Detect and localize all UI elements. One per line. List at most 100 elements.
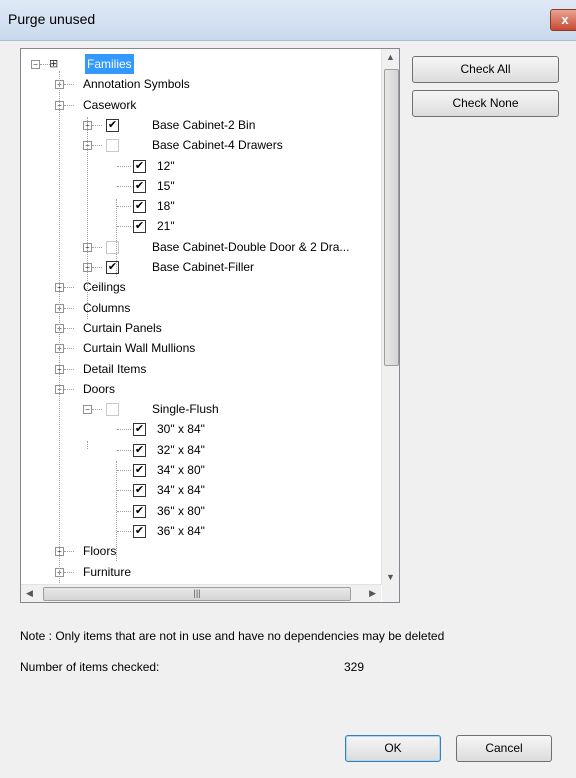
tree-item-label: Base Cabinet-4 Drawers [152, 138, 283, 153]
tree-row[interactable]: + Curtain Wall Mullions [21, 338, 381, 358]
tree-row[interactable]: ✔ 21" [21, 216, 381, 236]
tree-connector [92, 124, 102, 126]
ok-button[interactable]: OK [345, 735, 441, 762]
item-checkbox[interactable] [106, 139, 119, 153]
tree-row[interactable]: ✔ 12" [21, 156, 381, 176]
tree-row[interactable]: ✔ 18" [21, 196, 381, 216]
tree-row[interactable]: ✔ 34" x 84" [21, 480, 381, 500]
close-button[interactable]: x [550, 9, 576, 31]
families-icon: ⊞ [49, 58, 59, 70]
scroll-left-icon[interactable]: ◀ [26, 588, 33, 599]
tree-guide-line [59, 71, 60, 589]
tree-row[interactable]: − Single-Flush [21, 399, 381, 419]
tree-row[interactable]: + Annotation Symbols [21, 74, 381, 94]
tree-row[interactable]: − Doors [21, 379, 381, 399]
item-checkbox[interactable] [106, 240, 119, 254]
tree-connector [117, 429, 131, 431]
scroll-up-icon[interactable]: ▲ [386, 52, 395, 62]
item-checkbox[interactable]: ✔ [106, 261, 119, 274]
tree-row[interactable]: + Furniture [21, 562, 381, 582]
item-checkbox[interactable]: ✔ [133, 524, 146, 538]
items-checked-count: 329 [344, 660, 365, 674]
item-checkbox[interactable]: ✔ [133, 443, 146, 457]
tree-item-label: 34" x 84" [157, 483, 205, 498]
tree-item-label: Families [85, 54, 134, 74]
grip-icon: ||| [193, 588, 201, 598]
tree-item-label: Base Cabinet-Filler [152, 260, 255, 274]
tree-item-label: Furniture [83, 564, 132, 579]
item-checkbox[interactable] [106, 403, 119, 417]
tree-connector [117, 449, 131, 451]
item-checkbox[interactable]: ✔ [133, 220, 146, 234]
tree-connector [64, 571, 74, 573]
note-text: Note : Only items that are not in use an… [20, 629, 445, 643]
scroll-down-icon[interactable]: ▼ [386, 572, 395, 582]
item-checkbox[interactable]: ✔ [133, 179, 146, 193]
horizontal-scrollbar[interactable]: ◀ ||| ▶ [21, 584, 381, 602]
item-checkbox[interactable]: ✔ [133, 464, 146, 477]
tree-row[interactable]: + ✔ Base Cabinet-2 Bin [21, 115, 381, 135]
tree-row[interactable]: + Base Cabinet-Double Door & 2 Dra... [21, 237, 381, 257]
tree-row[interactable]: + Columns [21, 298, 381, 318]
check-none-button[interactable]: Check None [412, 90, 559, 117]
items-checked-label: Number of items checked: [20, 660, 160, 674]
tree-item-label: 32" x 84" [157, 442, 205, 457]
vertical-scrollbar[interactable]: ▲ ▼ [381, 49, 399, 585]
scrollbar-corner [382, 585, 399, 602]
tree-connector [117, 185, 131, 187]
tree-connector [64, 307, 74, 309]
tree-row[interactable]: + Floors [21, 541, 381, 561]
check-all-button[interactable]: Check All [412, 56, 559, 83]
horizontal-scroll-thumb[interactable]: ||| [43, 587, 351, 601]
tree-connector [117, 490, 131, 492]
scroll-right-icon[interactable]: ▶ [369, 588, 376, 599]
item-checkbox[interactable]: ✔ [133, 484, 146, 498]
title-bar: Purge unused x [0, 0, 576, 41]
purge-tree-view[interactable]: − ⊞ Families + Annotation Symbols − Casework + ✔… [20, 48, 400, 603]
tree-row[interactable]: ✔ 36" x 80" [21, 501, 381, 521]
tree-item-label: 30" x 84" [157, 422, 205, 437]
item-checkbox[interactable]: ✔ [106, 118, 119, 132]
item-checkbox[interactable]: ✔ [133, 200, 146, 214]
tree-item-label: Casework [83, 97, 137, 112]
tree-item-label: Detail Items [83, 361, 147, 376]
tree-connector [117, 470, 131, 471]
tree-row[interactable]: − Base Cabinet-4 Drawers [21, 135, 381, 155]
tree-row[interactable]: ✔ 15" [21, 176, 381, 196]
tree-row[interactable]: + Detail Items [21, 359, 381, 379]
tree-row[interactable]: + Ceilings [21, 277, 381, 297]
tree-connector [64, 348, 74, 350]
tree-row[interactable]: − ⊞ Families [21, 54, 381, 74]
tree-connector [92, 246, 102, 248]
tree-item-label: 15" [157, 178, 175, 193]
tree-item-label: Curtain Wall Mullions [83, 341, 196, 356]
tree-item-label: Annotation Symbols [83, 77, 190, 92]
collapse-icon[interactable]: − [83, 405, 92, 415]
vertical-scroll-thumb[interactable] [384, 69, 399, 366]
tree-guide-line [87, 441, 88, 449]
tree-row[interactable]: ✔ 36" x 84" [21, 521, 381, 541]
cancel-button[interactable]: Cancel [456, 735, 552, 762]
tree-row[interactable]: + ✔ Base Cabinet-Filler [21, 257, 381, 277]
tree-connector [117, 530, 131, 532]
item-checkbox[interactable]: ✔ [133, 504, 146, 518]
tree-item-label: Columns [83, 300, 131, 315]
tree-connector [64, 287, 74, 289]
tree-row[interactable]: + Curtain Panels [21, 318, 381, 338]
tree-connector [64, 551, 74, 553]
collapse-icon[interactable]: − [31, 60, 40, 69]
tree-item-label: 36" x 84" [157, 523, 205, 538]
tree-connector [117, 206, 131, 208]
tree-guide-line [87, 117, 88, 319]
tree-item-label: Base Cabinet-Double Door & 2 Dra... [152, 239, 350, 254]
tree-guide-line [116, 461, 117, 561]
tree-item-label: 18" [157, 199, 175, 214]
item-checkbox[interactable]: ✔ [133, 423, 146, 437]
tree-row[interactable]: ✔ 32" x 84" [21, 440, 381, 460]
item-checkbox[interactable]: ✔ [133, 159, 146, 173]
tree-row[interactable]: ✔ 30" x 84" [21, 419, 381, 439]
tree-connector [92, 145, 102, 147]
tree-row[interactable]: − Casework [21, 95, 381, 115]
tree-row[interactable]: ✔ 34" x 80" [21, 460, 381, 480]
tree-item-label: Curtain Panels [83, 320, 162, 335]
